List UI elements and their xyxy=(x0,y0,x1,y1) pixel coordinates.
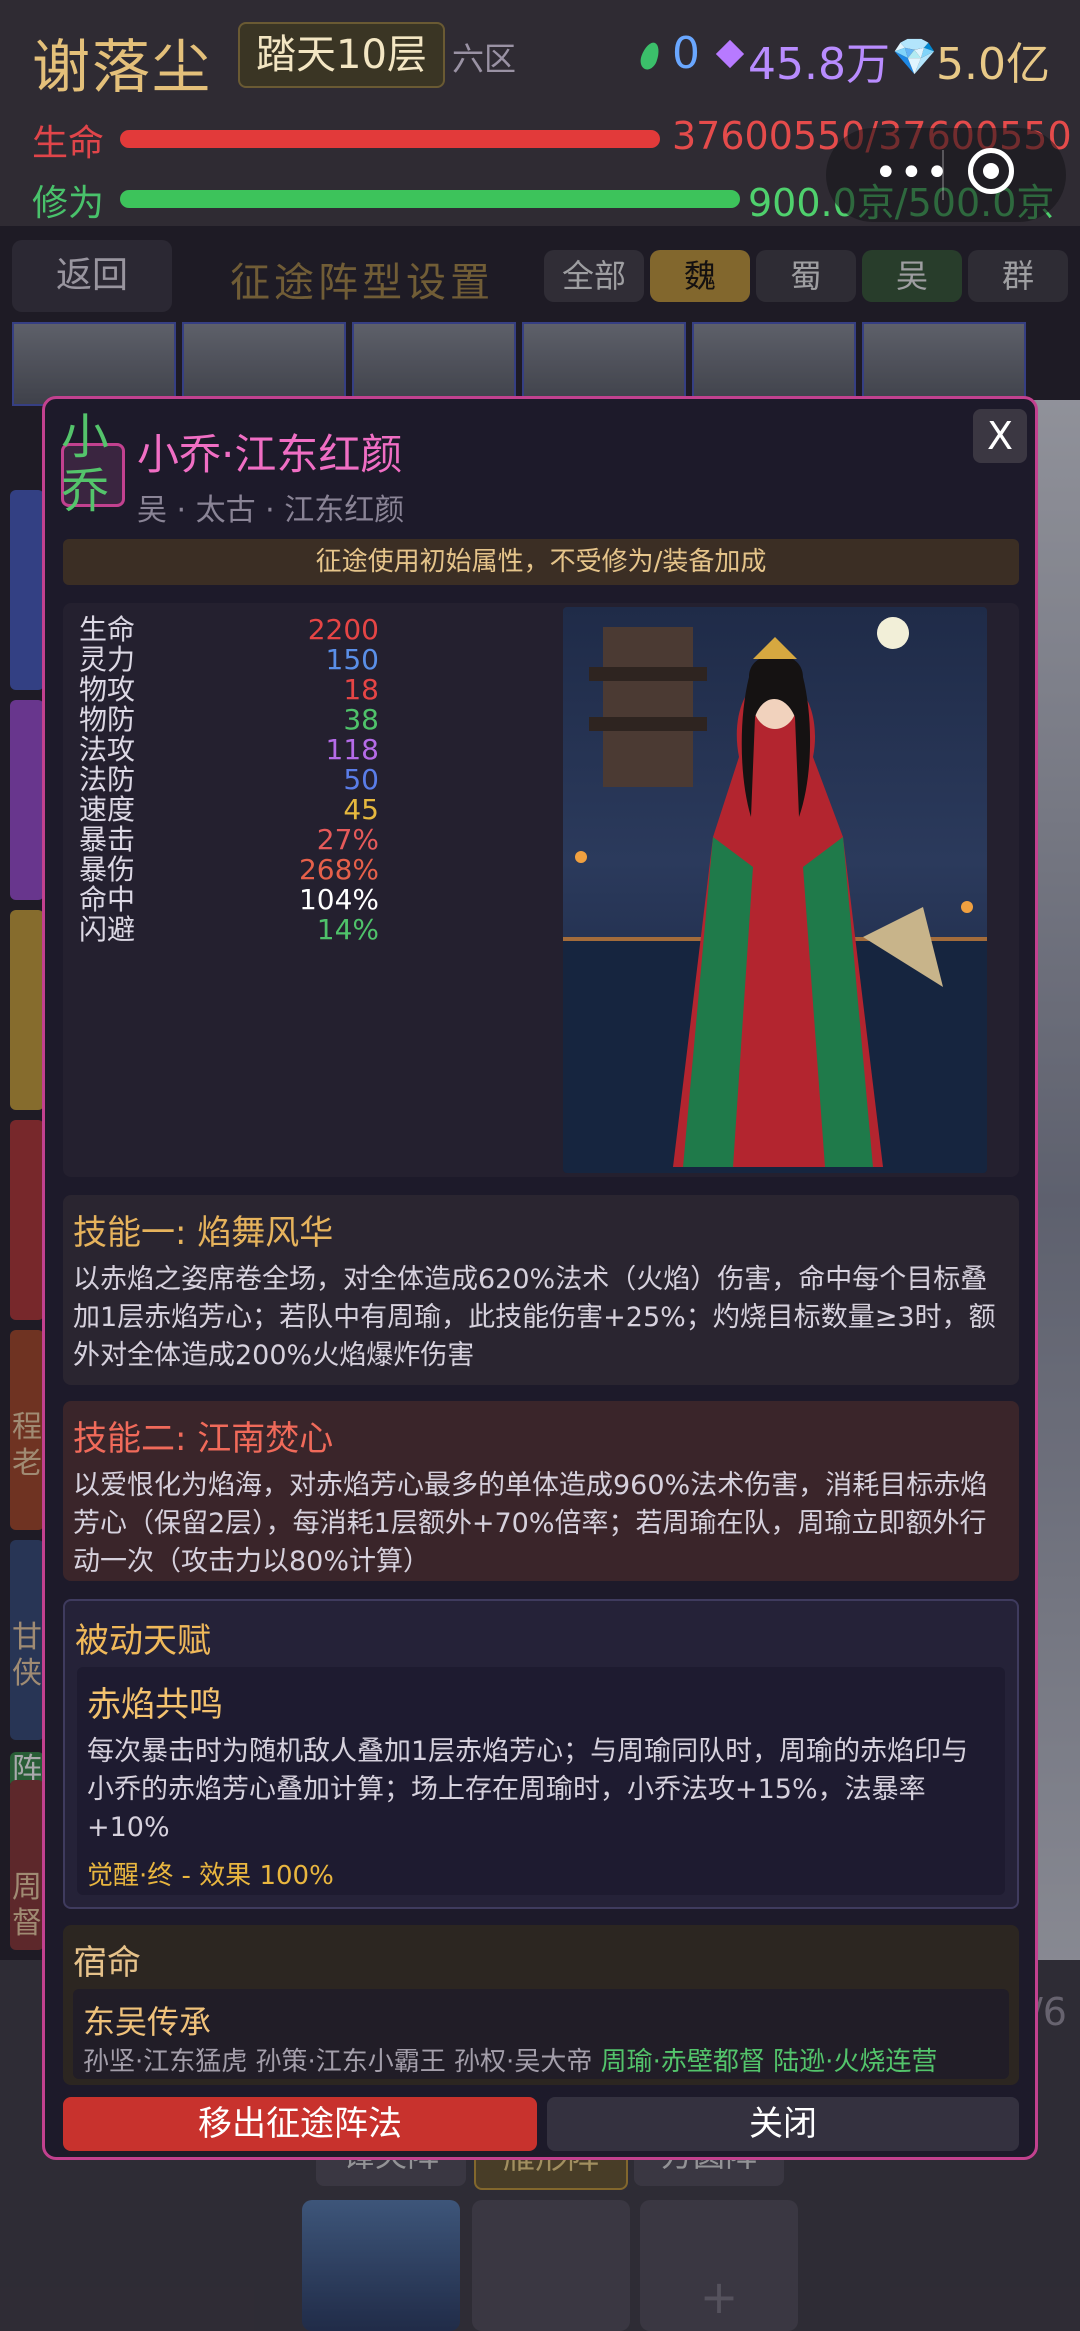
fate-detail: 东吴传承 孙坚·江东猛虎 孙策·江东小霸王 孙权·吴大帝 周瑜·赤壁都督 陆逊·… xyxy=(73,1989,1009,2079)
stat-value: 27% xyxy=(316,823,379,856)
skill-two-title: 技能二: 江南焚心 xyxy=(73,1419,334,1459)
stat-row: 速度 45 xyxy=(79,795,379,825)
stat-name: 法攻 xyxy=(79,733,136,766)
stat-name: 物防 xyxy=(79,703,136,736)
close-miniprogram-icon[interactable] xyxy=(968,148,1014,194)
cultivation-label: 修为 xyxy=(32,183,105,224)
hero-portrait-art xyxy=(563,617,987,1173)
stat-name: 生命 xyxy=(79,613,136,646)
stat-name: 暴击 xyxy=(79,823,136,856)
diamond-value: 5.0亿 xyxy=(936,39,1050,90)
stats-panel: 生命 2200 灵力 150 物攻 18 物防 38 法攻 118 法防 50 速度 45 暴击 27% 暴伤 2… xyxy=(63,603,1019,1177)
stat-value: 118 xyxy=(325,733,379,766)
hp-bar xyxy=(120,130,660,148)
fate-members: 孙坚·江东猛虎 孙策·江东小霸王 孙权·吴大帝 周瑜·赤壁都督 陆逊·火烧连营 xyxy=(83,2041,937,2078)
close-button[interactable]: 关闭 xyxy=(547,2097,1019,2151)
stat-value: 14% xyxy=(316,913,379,946)
stat-row: 物攻 18 xyxy=(79,675,379,705)
passive-talent-card: 被动天赋 赤焰共鸣 每次暴击时为随机敌人叠加1层赤焰芳心；与周瑜同队时，周瑜的赤… xyxy=(63,1599,1019,1909)
passive-desc: 每次暴击时为随机敌人叠加1层赤焰芳心；与周瑜同队时，周瑜的赤焰印与小乔的赤焰芳心… xyxy=(87,1736,969,1843)
stat-name: 法防 xyxy=(79,763,136,796)
stat-value: 268% xyxy=(298,853,379,886)
stat-row: 暴伤 268% xyxy=(79,855,379,885)
stat-row: 命中 104% xyxy=(79,885,379,915)
stat-value: 50 xyxy=(343,763,379,796)
more-options-icon[interactable]: ••• xyxy=(874,153,951,193)
jade-currency-icon xyxy=(637,40,663,72)
remove-from-formation-button[interactable]: 移出征途阵法 xyxy=(63,2097,537,2151)
spirit-stone-icon xyxy=(715,39,745,69)
stat-value: 18 xyxy=(343,673,379,706)
top-status-bar: 谢落尘 踏天10层 六区 0 45.8万 💎 5.0亿 生命 37600550/… xyxy=(0,0,1080,226)
passive-name: 赤焰共鸣 xyxy=(87,1685,223,1725)
skill-one-desc: 以赤焰之姿席卷全场，对全体造成620%法术（火焰）伤害，命中每个目标叠加1层赤焰… xyxy=(73,1264,996,1371)
passive-level: 觉醒·终 - 效果 100% xyxy=(87,1861,334,1891)
stat-row: 法攻 118 xyxy=(79,735,379,765)
hp-bar-fill xyxy=(120,130,660,148)
fate-header: 宿命 xyxy=(73,1943,141,1983)
stat-value: 38 xyxy=(343,703,379,736)
spirit-stone-value: 45.8万 xyxy=(748,39,890,90)
stat-name: 暴伤 xyxy=(79,853,136,886)
stat-name: 速度 xyxy=(79,793,136,826)
hero-detail-modal: 小 乔 小乔·江东红颜 吴 · 太古 · 江东红颜 X 征途使用初始属性，不受修… xyxy=(42,396,1038,2160)
skill-one-title: 技能一: 焰舞风华 xyxy=(73,1213,334,1253)
fate-inactive-members: 孙坚·江东猛虎 孙策·江东小霸王 孙权·吴大帝 xyxy=(83,2047,593,2077)
stat-row: 灵力 150 xyxy=(79,645,379,675)
realm-badge: 踏天10层 xyxy=(238,22,445,88)
stat-name: 物攻 xyxy=(79,673,136,706)
stat-row: 法防 50 xyxy=(79,765,379,795)
stat-value: 2200 xyxy=(307,613,379,646)
hero-portrait xyxy=(563,607,987,1173)
passive-detail: 赤焰共鸣 每次暴击时为随机敌人叠加1层赤焰芳心；与周瑜同队时，周瑜的赤焰印与小乔… xyxy=(77,1667,1005,1895)
stat-row: 闪避 14% xyxy=(79,915,379,945)
hero-name: 小乔·江东红颜 xyxy=(137,430,403,479)
stat-row: 物防 38 xyxy=(79,705,379,735)
notice-banner: 征途使用初始属性，不受修为/装备加成 xyxy=(63,539,1019,585)
player-name: 谢落尘 xyxy=(32,33,213,101)
skill-two-desc: 以爱恨化为焰海，对赤焰芳心最多的单体造成960%法术伤害，消耗目标赤焰芳心（保留… xyxy=(73,1470,988,1577)
hero-subtitle: 吴 · 太古 · 江东红颜 xyxy=(137,493,405,528)
cultivation-bar-fill xyxy=(120,190,740,208)
hero-avatar-char: 小 xyxy=(60,409,109,465)
stat-row: 暴击 27% xyxy=(79,825,379,855)
hero-avatar-char: 乔 xyxy=(60,463,109,519)
stat-value: 45 xyxy=(343,793,379,826)
hp-label: 生命 xyxy=(32,123,105,164)
stat-name: 灵力 xyxy=(79,643,136,676)
server-zone: 六区 xyxy=(452,40,517,78)
stat-name: 闪避 xyxy=(79,913,136,946)
capsule-divider xyxy=(942,150,944,200)
miniprogram-capsule: ••• xyxy=(826,128,1066,222)
stat-name: 命中 xyxy=(79,883,136,916)
stat-value: 150 xyxy=(325,643,379,676)
stat-value: 104% xyxy=(298,883,379,916)
cultivation-bar xyxy=(120,190,740,208)
skill-two-card: 技能二: 江南焚心 以爱恨化为焰海，对赤焰芳心最多的单体造成960%法术伤害，消… xyxy=(63,1401,1019,1581)
fate-name: 东吴传承 xyxy=(83,2003,212,2041)
diamond-icon: 💎 xyxy=(892,37,937,78)
jade-currency-value: 0 xyxy=(672,28,700,79)
fate-active-members: 周瑜·赤壁都督 陆逊·火烧连营 xyxy=(600,2047,938,2077)
skill-one-card: 技能一: 焰舞风华 以赤焰之姿席卷全场，对全体造成620%法术（火焰）伤害，命中… xyxy=(63,1195,1019,1385)
stat-row: 生命 2200 xyxy=(79,615,379,645)
fate-card: 宿命 东吴传承 孙坚·江东猛虎 孙策·江东小霸王 孙权·吴大帝 周瑜·赤壁都督 … xyxy=(63,1925,1019,2085)
close-icon[interactable]: X xyxy=(973,409,1027,463)
passive-header: 被动天赋 xyxy=(75,1621,211,1661)
